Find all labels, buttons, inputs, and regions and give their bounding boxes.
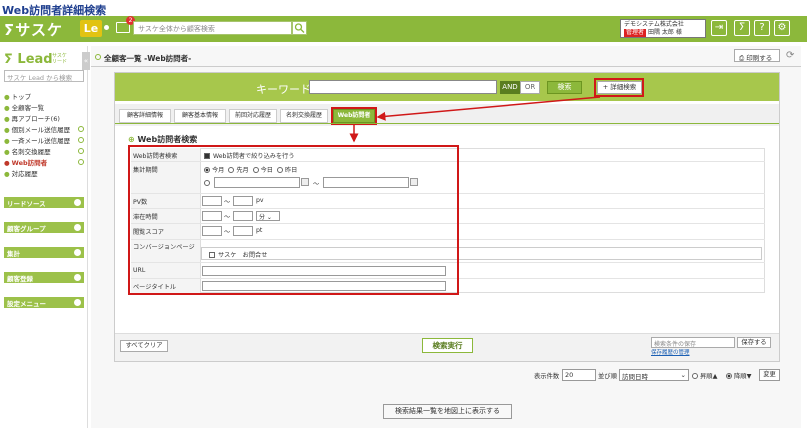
show-on-map-button[interactable]: 検索結果一覧を地図上に表示する xyxy=(383,404,512,419)
sort-asc-radio[interactable]: 昇順▲ xyxy=(692,371,717,380)
count-label: 表示件数 xyxy=(534,373,560,380)
sort-label: 並び順 xyxy=(598,373,617,380)
highlight-box xyxy=(128,145,459,295)
section-title: ⊕ Web訪問者検索 xyxy=(128,135,198,144)
arrow-detail-to-tab xyxy=(376,96,601,121)
change-button[interactable]: 変更 xyxy=(759,369,780,381)
execute-search-button[interactable]: 検索実行 xyxy=(422,338,473,353)
save-condition-input[interactable]: 検索条件の保存 xyxy=(651,337,735,348)
count-input[interactable]: 20 xyxy=(562,369,596,381)
save-button[interactable]: 保存する xyxy=(737,337,771,348)
circle-plus-icon: ⊕ xyxy=(128,135,138,144)
sort-desc-radio[interactable]: 降順▼ xyxy=(726,371,751,380)
clear-all-button[interactable]: すべてクリア xyxy=(120,340,168,352)
sort-select[interactable]: 訪問日時 ⌄ xyxy=(619,369,689,381)
chevron-down-icon: ⌄ xyxy=(680,371,686,379)
save-history-link[interactable]: 保存履歴の管理 xyxy=(651,348,690,356)
